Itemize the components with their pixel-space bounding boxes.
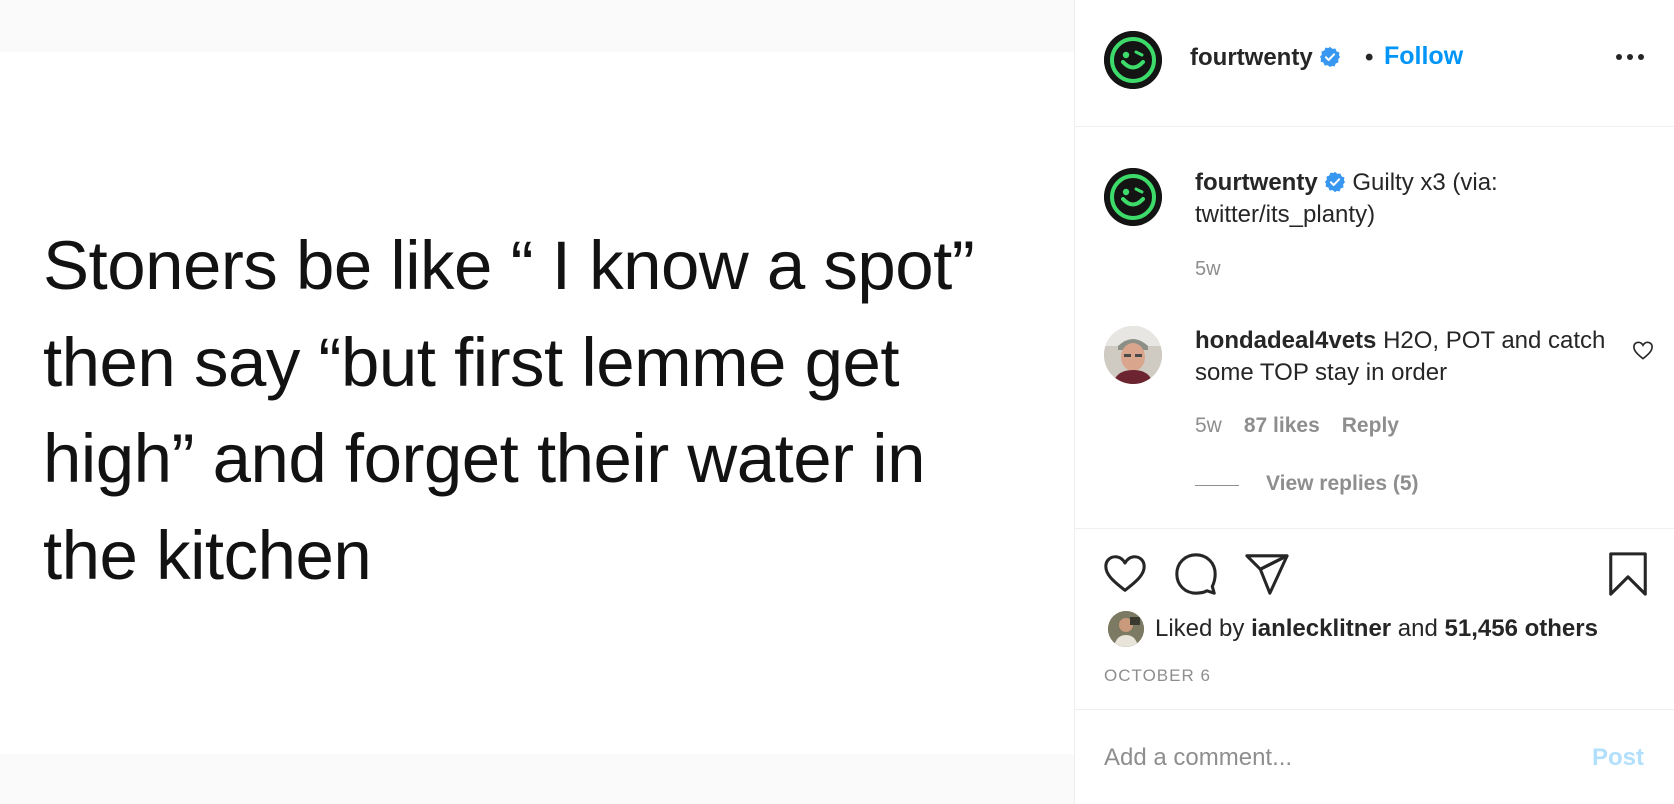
- liked-by-and: and: [1397, 615, 1438, 642]
- user-photo-icon: [1108, 611, 1144, 647]
- reply-button[interactable]: Reply: [1342, 414, 1399, 437]
- post-comment-button[interactable]: Post: [1592, 744, 1644, 772]
- comment-avatar[interactable]: [1104, 326, 1162, 384]
- image-letterbox-top: [0, 0, 1074, 52]
- header-separator: •: [1365, 44, 1374, 71]
- share-icon[interactable]: [1244, 551, 1290, 597]
- liked-by-text: Liked by ianlecklitner and 51,456 others: [1155, 615, 1598, 643]
- comment-heart-icon[interactable]: [1632, 340, 1654, 360]
- post-image-text: Stoners be like “ I know a spot” then sa…: [43, 227, 975, 594]
- liked-by-prefix: Liked by: [1155, 615, 1245, 642]
- header-username[interactable]: fourtwenty: [1190, 44, 1341, 72]
- verified-badge-icon: [1319, 46, 1340, 68]
- fourtwenty-logo-icon: [1104, 31, 1162, 89]
- comment-text: hondadeal4vets H2O, POT and catch some T…: [1195, 325, 1615, 389]
- comment-icon[interactable]: [1173, 551, 1219, 597]
- comment-likes[interactable]: 87 likes: [1244, 414, 1320, 437]
- likes-count[interactable]: 51,456 others: [1445, 615, 1598, 642]
- caption-avatar[interactable]: [1104, 168, 1162, 226]
- liked-by-user[interactable]: ianlecklitner: [1251, 615, 1391, 642]
- caption-username[interactable]: fourtwenty: [1195, 169, 1318, 196]
- more-options-icon[interactable]: [1616, 51, 1646, 63]
- profile-avatar[interactable]: [1104, 31, 1162, 89]
- bookmark-icon[interactable]: [1605, 551, 1651, 597]
- add-comment-bar: Post: [1075, 709, 1674, 804]
- post-date[interactable]: OCTOBER 6: [1104, 666, 1211, 686]
- caption-timestamp[interactable]: 5w: [1195, 258, 1221, 281]
- caption-text: fourtwenty Guilty x3 (via: twitter/its_p…: [1195, 167, 1635, 231]
- liked-by-avatar[interactable]: [1108, 611, 1144, 647]
- comment-input[interactable]: [1104, 740, 1554, 776]
- post-side-panel: fourtwenty • Follow fourtwenty Guilty x3…: [1075, 0, 1674, 804]
- view-replies-button[interactable]: View replies (5): [1266, 472, 1419, 496]
- verified-badge-icon: [1324, 171, 1345, 193]
- comment-meta: 5w 87 likes Reply: [1195, 414, 1399, 438]
- post-actions: Liked by ianlecklitner and 51,456 others…: [1075, 528, 1674, 709]
- post-header: fourtwenty • Follow: [1075, 0, 1674, 127]
- comment-timestamp[interactable]: 5w: [1195, 414, 1222, 437]
- post-image: Stoners be like “ I know a spot” then sa…: [0, 0, 1075, 804]
- image-letterbox-bottom: [0, 754, 1074, 804]
- replies-divider: [1195, 485, 1239, 486]
- fourtwenty-logo-icon: [1104, 168, 1162, 226]
- heart-icon[interactable]: [1102, 551, 1148, 597]
- follow-button[interactable]: Follow: [1384, 42, 1463, 71]
- user-photo-icon: [1104, 326, 1162, 384]
- comment-username[interactable]: hondadeal4vets: [1195, 327, 1376, 354]
